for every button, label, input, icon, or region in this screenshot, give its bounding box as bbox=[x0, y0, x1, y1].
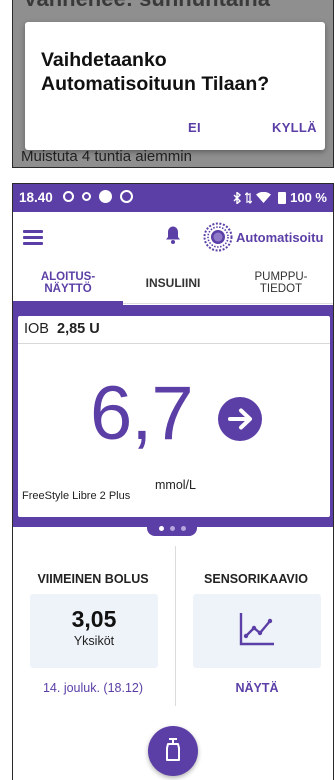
last-bolus-title: VIIMEINEN BOLUS bbox=[37, 572, 149, 586]
iob-value: 2,85 U bbox=[57, 321, 100, 337]
insulin-drop-icon bbox=[166, 738, 180, 761]
battery-percent: 100 % bbox=[290, 190, 327, 205]
tab-pump-info[interactable]: PUMPPU- TIEDOT bbox=[227, 262, 333, 304]
glucose-card[interactable]: IOB 2,85 U 6,7 mmol/L FreeStyle Libre 2 … bbox=[18, 316, 330, 517]
line-chart-icon bbox=[239, 613, 274, 646]
bolus-button[interactable] bbox=[148, 726, 198, 776]
dialog-title: Vaihdetaanko Automatisoituun Tilaan? bbox=[41, 49, 270, 95]
notification-dot-icon bbox=[99, 190, 112, 203]
mode-switch-screen: Vanhenee: sunnuntaina Muistuta 4 tuntia … bbox=[12, 0, 334, 168]
wifi-icon bbox=[256, 191, 272, 203]
glucose-panel: IOB 2,85 U 6,7 mmol/L FreeStyle Libre 2 … bbox=[13, 305, 333, 527]
page-dot bbox=[158, 525, 164, 531]
status-time: 18.40 bbox=[19, 190, 53, 205]
notification-small-icon bbox=[82, 192, 91, 201]
menu-icon[interactable] bbox=[23, 230, 43, 245]
tab-insulin[interactable]: INSULIINI bbox=[123, 262, 223, 304]
tab-pump-label: PUMPPU- TIEDOT bbox=[254, 271, 308, 295]
last-bolus-box[interactable]: 3,05 Yksiköt bbox=[30, 594, 158, 668]
background-reminder-text: Muistuta 4 tuntia aiemmin bbox=[21, 148, 192, 165]
page-indicator bbox=[147, 520, 197, 536]
show-sensor-graph-button[interactable]: NÄYTÄ bbox=[176, 681, 333, 695]
status-notification-icons bbox=[63, 190, 133, 203]
glucose-unit: mmol/L bbox=[155, 478, 196, 492]
iob-label: IOB bbox=[24, 321, 49, 337]
mode-label[interactable]: Automatisoitu bbox=[236, 230, 323, 245]
last-bolus-unit: Yksiköt bbox=[73, 634, 115, 648]
page-dot bbox=[169, 525, 175, 531]
page-dot bbox=[180, 525, 186, 531]
data-arrows-icon bbox=[245, 191, 253, 204]
sync-icon bbox=[120, 190, 133, 203]
tab-home-screen[interactable]: ALOITUS- NÄYTTÖ bbox=[13, 262, 123, 305]
automated-mode-icon[interactable] bbox=[203, 222, 233, 252]
battery-icon bbox=[278, 191, 287, 204]
dialog-yes-button[interactable]: KYLLÄ bbox=[272, 120, 317, 135]
status-system-icons: 100 % bbox=[233, 190, 327, 205]
sensor-graph-title: SENSORIKAAVIO bbox=[204, 572, 308, 586]
last-bolus-date: 14. jouluk. (18.12) bbox=[42, 681, 144, 695]
bluetooth-icon bbox=[233, 191, 242, 204]
tab-insulin-label: INSULIINI bbox=[145, 276, 201, 290]
sensor-name: FreeStyle Libre 2 Plus bbox=[22, 490, 131, 502]
notification-icon bbox=[63, 191, 74, 202]
iob-row: IOB 2,85 U bbox=[18, 316, 330, 344]
glucose-value: 6,7 bbox=[90, 371, 194, 456]
status-bar: 18.40 100 % bbox=[13, 184, 333, 212]
confirm-dialog: Vaihdetaanko Automatisoituun Tilaan? EI … bbox=[25, 22, 325, 150]
last-bolus-value: 3,05 bbox=[71, 606, 117, 632]
dialog-no-button[interactable]: EI bbox=[188, 120, 201, 135]
bell-icon[interactable] bbox=[165, 225, 181, 245]
sensor-graph-box[interactable] bbox=[193, 594, 321, 668]
trend-arrow-icon bbox=[218, 397, 262, 441]
app-bar: Automatisoitu bbox=[13, 212, 333, 262]
home-screen: 18.40 100 % Automatisoitu ALOITUS- NÄYTT… bbox=[12, 183, 334, 780]
background-header-text: Vanhenee: sunnuntaina bbox=[23, 0, 270, 12]
tab-bar: ALOITUS- NÄYTTÖ INSULIINI PUMPPU- TIEDOT bbox=[13, 262, 333, 305]
tab-home-label: ALOITUS- NÄYTTÖ bbox=[40, 271, 96, 295]
